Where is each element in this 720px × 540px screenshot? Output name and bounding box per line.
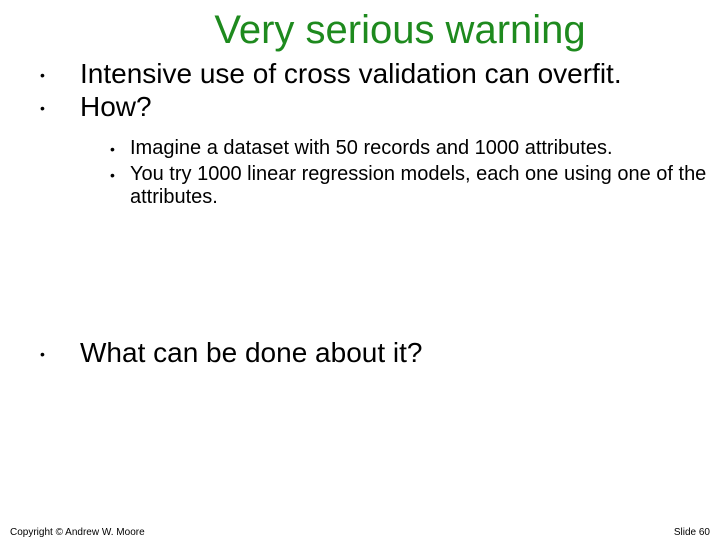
- main-bullet-list-2: What can be done about it?: [0, 336, 720, 369]
- main-bullet-list: Intensive use of cross validation can ov…: [0, 57, 720, 123]
- sub-bullet-list: Imagine a dataset with 50 records and 10…: [80, 137, 720, 210]
- sub-bullet-item: Imagine a dataset with 50 records and 10…: [80, 137, 720, 161]
- bullet-item: Intensive use of cross validation can ov…: [0, 57, 720, 90]
- slide: Very serious warning Intensive use of cr…: [0, 8, 720, 540]
- spacer: [0, 212, 720, 332]
- footer-slide-number: Slide 60: [674, 527, 710, 538]
- bullet-item: How?: [0, 90, 720, 123]
- slide-title: Very serious warning: [80, 8, 720, 53]
- footer-copyright: Copyright © Andrew W. Moore: [10, 527, 145, 538]
- sub-bullet-item: You try 1000 linear regression models, e…: [80, 163, 720, 210]
- bullet-item: What can be done about it?: [0, 336, 720, 369]
